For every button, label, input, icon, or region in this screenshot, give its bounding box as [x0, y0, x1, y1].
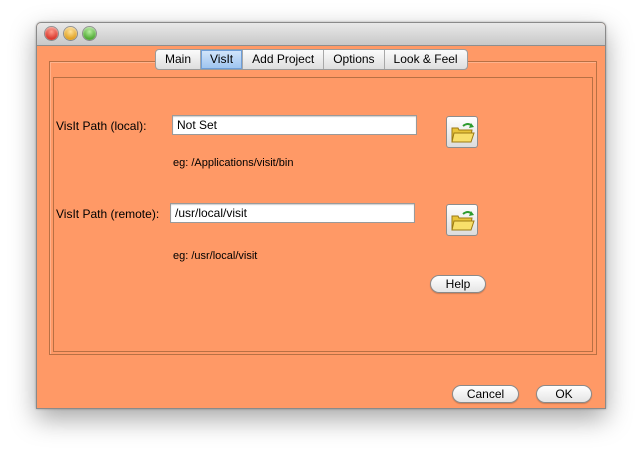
local-path-label: VisIt Path (local): [56, 119, 147, 133]
ok-button[interactable]: OK [536, 385, 592, 403]
title-bar [37, 23, 605, 46]
minimize-window-button[interactable] [64, 27, 77, 40]
local-path-example: eg: /Applications/visit/bin [173, 157, 294, 169]
tab-options[interactable]: Options [324, 50, 385, 69]
open-folder-icon [451, 123, 475, 143]
close-window-button[interactable] [45, 27, 58, 40]
browse-local-button[interactable] [446, 116, 478, 148]
zoom-window-button[interactable] [83, 27, 96, 40]
remote-path-field[interactable] [170, 203, 415, 223]
tab-add-project[interactable]: Add Project [243, 50, 325, 69]
tab-bar: Main VisIt Add Project Options Look & Fe… [155, 49, 468, 70]
local-path-field[interactable] [172, 115, 417, 135]
tab-main[interactable]: Main [156, 50, 202, 69]
remote-path-example: eg: /usr/local/visit [173, 250, 258, 262]
remote-path-label: VisIt Path (remote): [56, 207, 160, 221]
tab-look-and-feel[interactable]: Look & Feel [385, 50, 467, 69]
help-button[interactable]: Help [430, 275, 486, 293]
browse-remote-button[interactable] [446, 204, 478, 236]
open-folder-icon [451, 211, 475, 231]
tab-visit[interactable]: VisIt [201, 50, 244, 69]
cancel-button[interactable]: Cancel [452, 385, 519, 403]
preferences-window: Main VisIt Add Project Options Look & Fe… [36, 22, 606, 409]
